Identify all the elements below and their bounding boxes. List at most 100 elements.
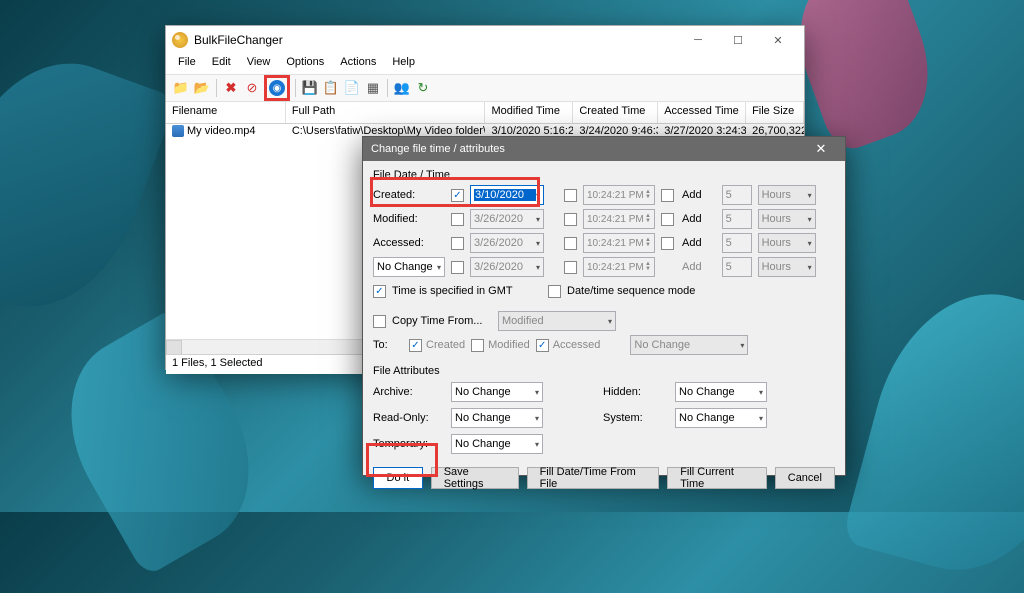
toolbar-separator: [216, 79, 217, 97]
chevron-down-icon: ▾: [759, 414, 763, 423]
nochange-add-number[interactable]: 5: [722, 257, 752, 277]
save-icon[interactable]: 💾: [301, 79, 319, 97]
copy-from-select[interactable]: Modified▾: [498, 311, 616, 331]
minimize-button[interactable]: ─: [678, 28, 718, 52]
add-label: Add: [682, 237, 702, 249]
save-settings-button[interactable]: Save Settings: [431, 467, 519, 489]
accessed-time-checkbox[interactable]: [564, 237, 577, 250]
created-add-unit[interactable]: Hours▾: [758, 185, 816, 205]
modified-add-unit[interactable]: Hours▾: [758, 209, 816, 229]
to-created-checkbox[interactable]: [409, 339, 422, 352]
doc-icon[interactable]: 📄: [343, 79, 361, 97]
modified-time-checkbox[interactable]: [564, 213, 577, 226]
archive-select[interactable]: No Change▾: [451, 382, 543, 402]
fill-current-time-button[interactable]: Fill Current Time: [667, 467, 767, 489]
temporary-select[interactable]: No Change▾: [451, 434, 543, 454]
copy-icon[interactable]: 📋: [322, 79, 340, 97]
created-time-input[interactable]: 10:24:21 PM▲▼: [583, 185, 655, 205]
doit-button[interactable]: Do it: [373, 467, 423, 489]
properties-icon[interactable]: ▦: [364, 79, 382, 97]
created-date-input[interactable]: 3/10/2020▾: [470, 185, 544, 205]
to-accessed-checkbox[interactable]: [536, 339, 549, 352]
add-folder-icon[interactable]: 📂: [193, 79, 211, 97]
accessed-date-checkbox[interactable]: [451, 237, 464, 250]
nochange-time-input[interactable]: 10:24:21 PM▲▼: [583, 257, 655, 277]
to-modified-checkbox[interactable]: [471, 339, 484, 352]
fill-from-file-button[interactable]: Fill Date/Time From File: [527, 467, 660, 489]
window-title: BulkFileChanger: [194, 33, 678, 47]
accessed-add-number[interactable]: 5: [722, 233, 752, 253]
modified-date-input[interactable]: 3/26/2020▾: [470, 209, 544, 229]
chevron-down-icon: ▾: [808, 191, 812, 200]
add-label-disabled: Add: [682, 261, 702, 273]
accessed-time-input[interactable]: 10:24:21 PM▲▼: [583, 233, 655, 253]
clear-icon[interactable]: ⊘: [243, 79, 261, 97]
column-modified[interactable]: Modified Time: [485, 102, 573, 123]
modified-add-number[interactable]: 5: [722, 209, 752, 229]
column-filesize[interactable]: File Size: [746, 102, 804, 123]
cancel-button[interactable]: Cancel: [775, 467, 835, 489]
hidden-select[interactable]: No Change▾: [675, 382, 767, 402]
accessed-date-input[interactable]: 3/26/2020▾: [470, 233, 544, 253]
menu-options[interactable]: Options: [278, 54, 332, 74]
title-bar: BulkFileChanger ─ ☐ ✕: [166, 26, 804, 54]
created-label: Created:: [373, 189, 445, 201]
column-filename[interactable]: Filename: [166, 102, 286, 123]
system-select[interactable]: No Change▾: [675, 408, 767, 428]
nochange-date-input[interactable]: 3/26/2020▾: [470, 257, 544, 277]
column-accessed[interactable]: Accessed Time: [658, 102, 746, 123]
remove-icon[interactable]: ✖: [222, 79, 240, 97]
dialog-close-button[interactable]: ✕: [805, 138, 837, 160]
refresh-icon[interactable]: ↻: [414, 79, 432, 97]
column-fullpath[interactable]: Full Path: [286, 102, 486, 123]
chevron-down-icon[interactable]: ▾: [536, 191, 540, 200]
copy-from-label: Copy Time From...: [392, 315, 492, 327]
toolbar-separator: [295, 79, 296, 97]
nochange-time-checkbox[interactable]: [564, 261, 577, 274]
maximize-button[interactable]: ☐: [718, 28, 758, 52]
spinner-icon: ▲▼: [645, 214, 651, 224]
spinner-icon[interactable]: ▲▼: [645, 190, 651, 200]
column-created[interactable]: Created Time: [573, 102, 658, 123]
created-add-number[interactable]: 5: [722, 185, 752, 205]
sequence-label: Date/time sequence mode: [567, 285, 695, 297]
menu-help[interactable]: Help: [384, 54, 423, 74]
sequence-checkbox[interactable]: [548, 285, 561, 298]
close-button[interactable]: ✕: [758, 28, 798, 52]
modified-date-checkbox[interactable]: [451, 213, 464, 226]
to-select[interactable]: No Change▾: [630, 335, 748, 355]
temporary-row: Temporary: No Change▾: [373, 431, 835, 457]
created-time-checkbox[interactable]: [564, 189, 577, 202]
nochange-date-checkbox[interactable]: [451, 261, 464, 274]
created-date-checkbox[interactable]: [451, 189, 464, 202]
menu-view[interactable]: View: [239, 54, 279, 74]
people-icon[interactable]: 👥: [393, 79, 411, 97]
menu-file[interactable]: File: [170, 54, 204, 74]
modified-add-checkbox[interactable]: [661, 213, 674, 226]
accessed-add-checkbox[interactable]: [661, 237, 674, 250]
gmt-label: Time is specified in GMT: [392, 285, 542, 297]
modified-label: Modified:: [373, 213, 445, 225]
modified-time-input[interactable]: 10:24:21 PM▲▼: [583, 209, 655, 229]
accessed-add-unit[interactable]: Hours▾: [758, 233, 816, 253]
group-attrs-label: File Attributes: [373, 365, 835, 377]
copy-from-checkbox[interactable]: [373, 315, 386, 328]
readonly-select[interactable]: No Change▾: [451, 408, 543, 428]
to-created-label: Created: [426, 339, 465, 351]
nochange-add-unit[interactable]: Hours▾: [758, 257, 816, 277]
to-row: To: Created Modified Accessed No Change▾: [373, 333, 835, 357]
created-add-checkbox[interactable]: [661, 189, 674, 202]
chevron-down-icon: ▾: [437, 263, 441, 272]
gmt-checkbox[interactable]: [373, 285, 386, 298]
nochange-select[interactable]: No Change▾: [373, 257, 445, 277]
add-label: Add: [682, 189, 702, 201]
open-folder-icon[interactable]: 📁: [172, 79, 190, 97]
highlighted-toolbar-button: ◉: [264, 75, 290, 101]
app-icon: [172, 32, 188, 48]
menu-edit[interactable]: Edit: [204, 54, 239, 74]
chevron-down-icon: ▾: [536, 215, 540, 224]
cell-filename: My video.mp4: [166, 124, 286, 142]
menu-actions[interactable]: Actions: [332, 54, 384, 74]
chevron-down-icon: ▾: [536, 263, 540, 272]
change-time-icon[interactable]: ◉: [268, 79, 286, 97]
